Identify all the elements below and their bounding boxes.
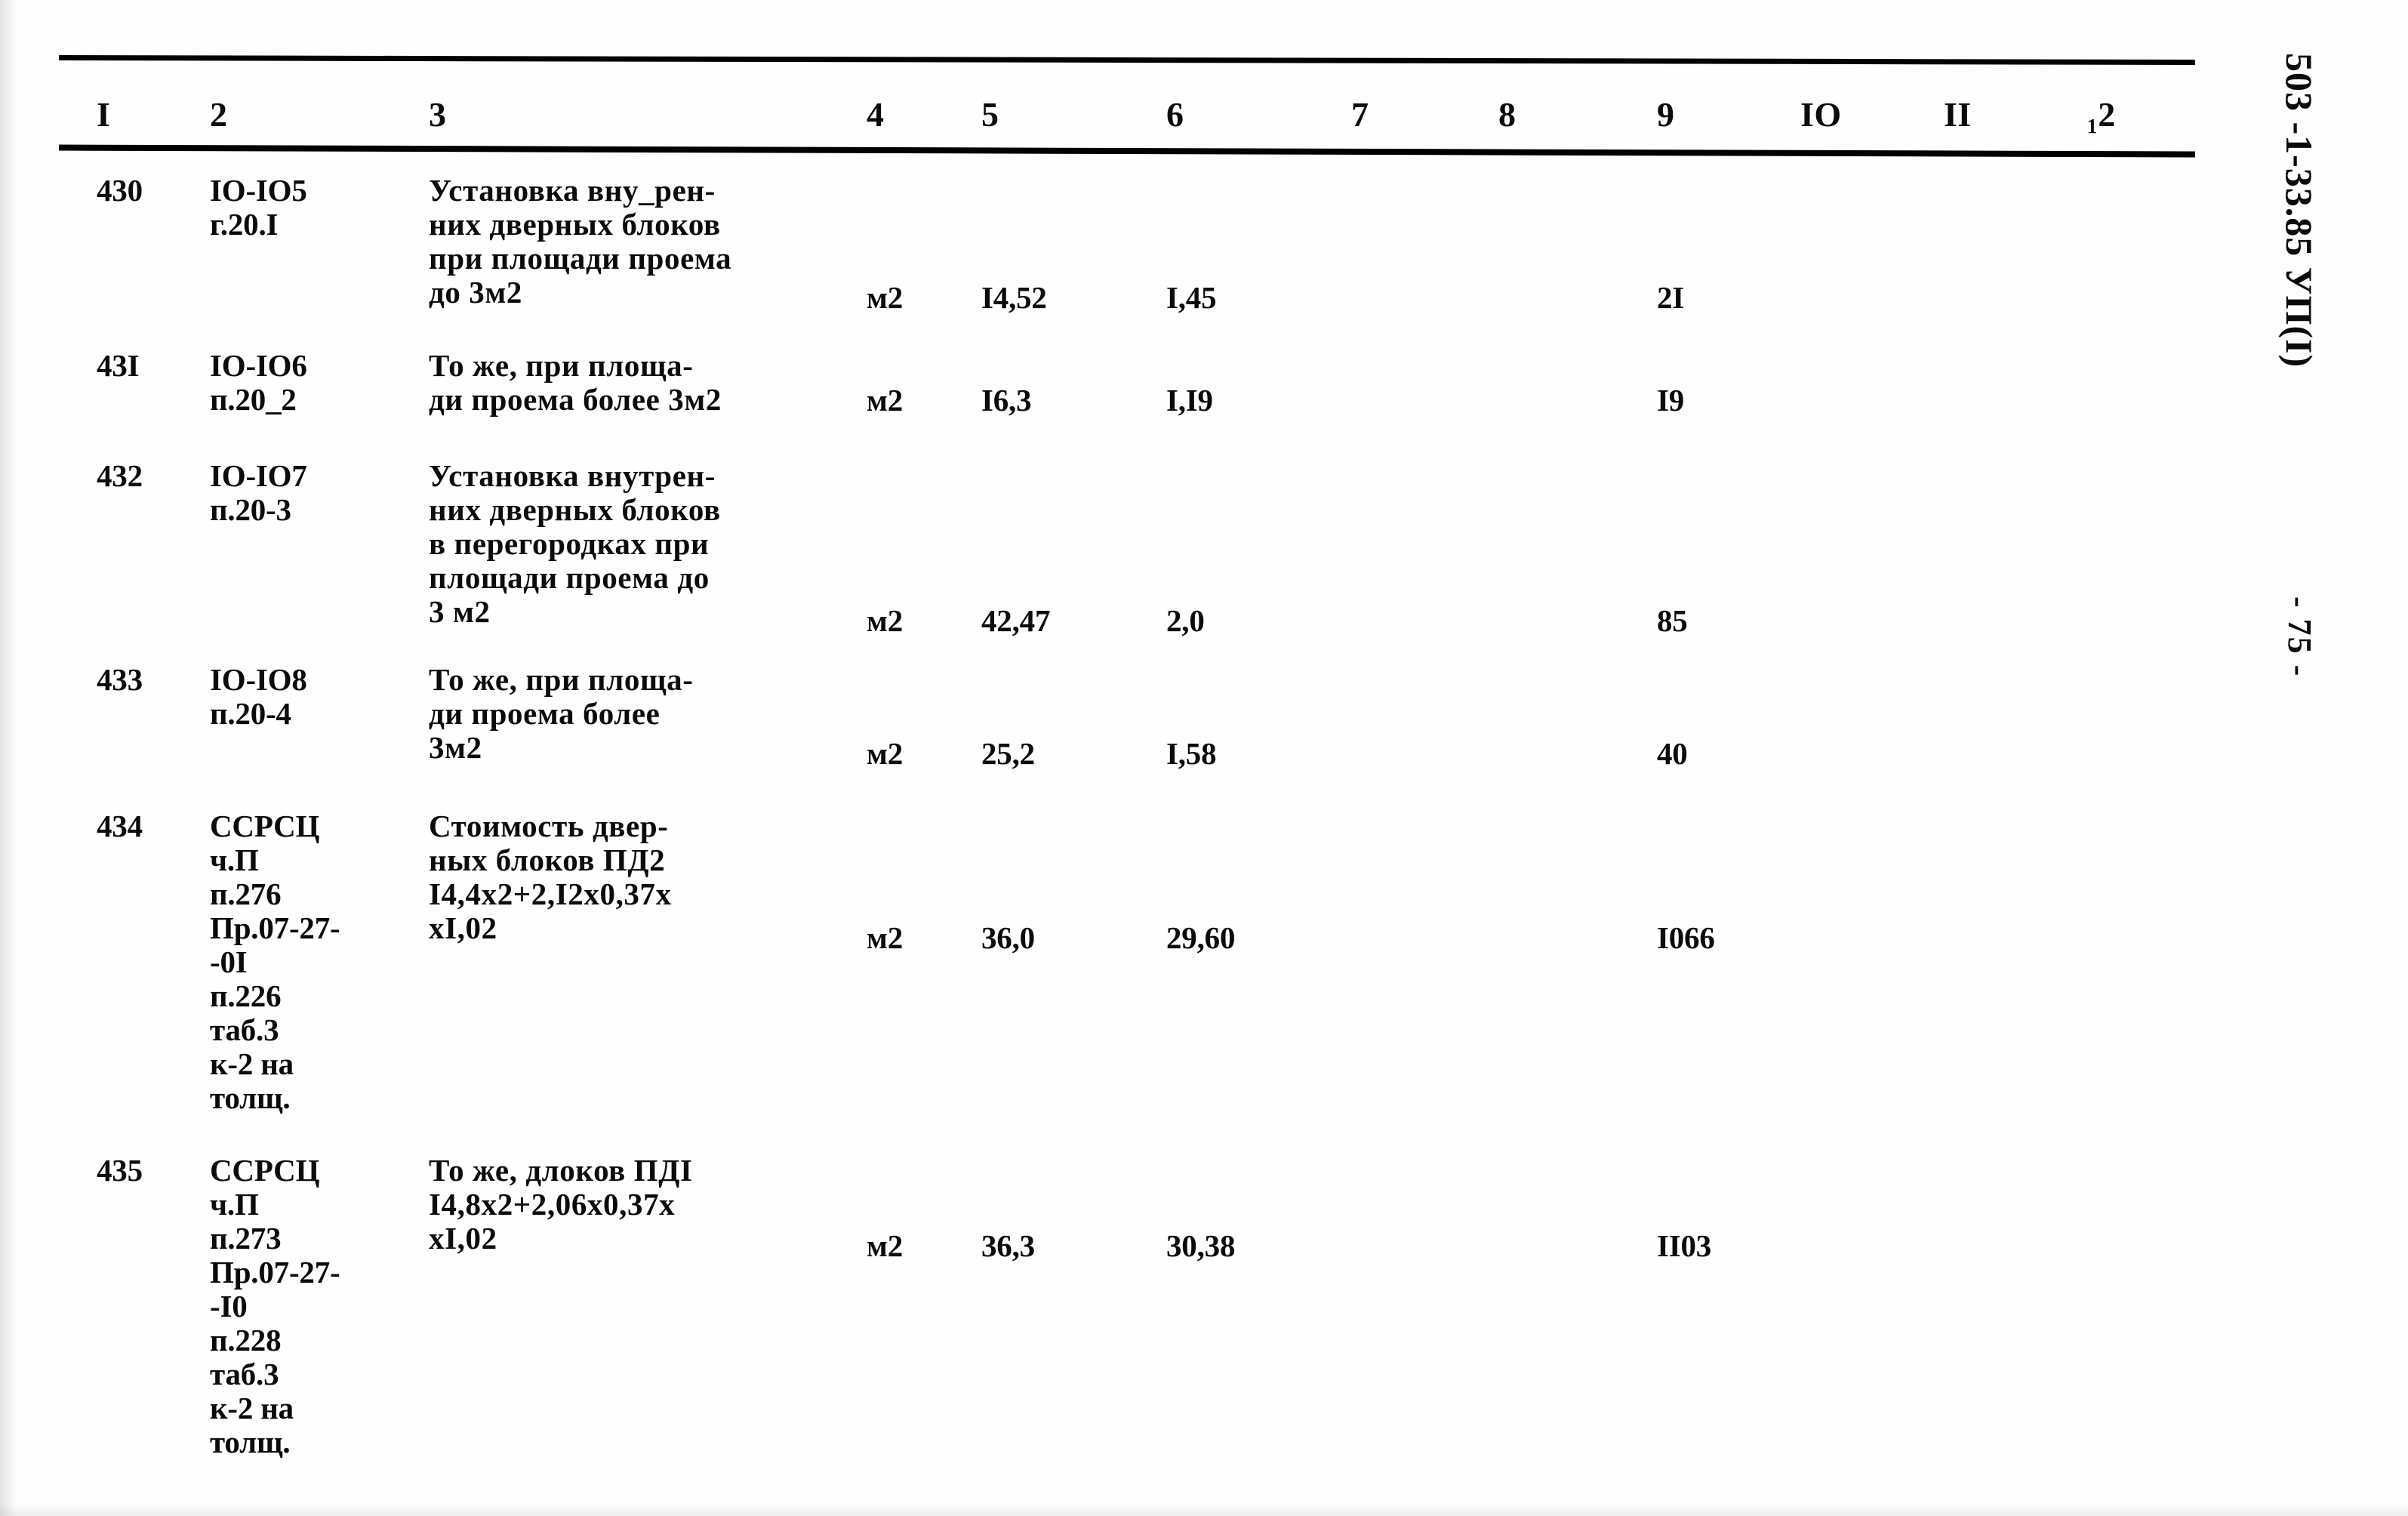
- row-description: Установка внутрен- них дверных блоков в …: [429, 458, 721, 629]
- row-unit: м2: [867, 603, 904, 638]
- row-value-col9: I066: [1657, 920, 1715, 955]
- row-number: 434: [97, 809, 143, 843]
- column-header-8: 8: [1498, 95, 1517, 134]
- row-code: IO-IO6 п.20_2: [210, 348, 307, 417]
- row-value-col6: 2,0: [1166, 603, 1205, 638]
- row-value-col9: 2I: [1657, 280, 1685, 315]
- scanned-page: I 2 3 4 5 6 7 8 9 IO II ₁2 430 IO-IO5 г.20.I Установк…: [0, 0, 2408, 1516]
- row-code: ССРСЦ ч.П п.273 Пр.07-27- -I0 п.228 таб.…: [210, 1153, 340, 1459]
- table-column-header-row: I 2 3 4 5 6 7 8 9 IO II ₁2: [0, 72, 2212, 142]
- row-description: Установка вну_рен- них дверных блоков пр…: [429, 173, 732, 310]
- row-description: Стоимость двер- ных блоков ПД2 I4,4х2+2,…: [429, 809, 672, 945]
- row-value-col9: I9: [1657, 383, 1685, 418]
- row-number: 43I: [97, 348, 140, 383]
- row-value-col5: 42,47: [981, 603, 1051, 638]
- row-number: 432: [97, 458, 143, 493]
- row-number: 435: [97, 1153, 143, 1188]
- column-header-1: I: [97, 95, 111, 134]
- row-description: То же, при площа- ди проема более 3м2: [429, 662, 694, 765]
- row-value-col6: 29,60: [1166, 920, 1236, 955]
- row-value-col6: I,45: [1166, 280, 1217, 315]
- page-number-vertical: - 75 -: [2281, 596, 2318, 678]
- row-code: IO-IO5 г.20.I: [210, 173, 307, 242]
- document-code-vertical: 503 -1-33.85 УП(I): [2278, 53, 2320, 368]
- scan-edge-shadow-bottom: [0, 1502, 2408, 1516]
- row-unit: м2: [867, 920, 904, 955]
- row-unit: м2: [867, 280, 904, 315]
- row-value-col9: II03: [1657, 1228, 1712, 1263]
- scan-edge-shadow-left: [0, 0, 17, 1516]
- row-code: IO-IO8 п.20-4: [210, 662, 307, 731]
- column-header-5: 5: [981, 95, 999, 134]
- row-unit: м2: [867, 1228, 904, 1263]
- row-value-col5: 25,2: [981, 736, 1035, 771]
- row-value-col5: 36,3: [981, 1228, 1035, 1263]
- column-header-2: 2: [210, 95, 228, 134]
- column-header-12: ₁2: [2087, 95, 2116, 134]
- column-header-3: 3: [429, 95, 447, 134]
- row-value-col6: 30,38: [1166, 1228, 1236, 1263]
- row-code: ССРСЦ ч.П п.276 Пр.07-27- -0I п.226 таб.…: [210, 809, 340, 1115]
- row-code: IO-IO7 п.20-3: [210, 458, 307, 527]
- table-header-rule: [58, 144, 2196, 158]
- column-header-9: 9: [1657, 95, 1675, 134]
- column-header-4: 4: [867, 95, 885, 134]
- row-description: То же, при площа- ди проема более 3м2: [429, 348, 722, 417]
- table-top-rule: [58, 55, 2196, 65]
- column-header-10: IO: [1800, 95, 1842, 134]
- row-value-col5: I6,3: [981, 383, 1032, 418]
- row-unit: м2: [867, 736, 904, 771]
- column-header-11: II: [1944, 95, 1972, 134]
- row-value-col5: I4,52: [981, 280, 1047, 315]
- column-header-6: 6: [1166, 95, 1184, 134]
- column-header-7: 7: [1351, 95, 1369, 134]
- row-number: 433: [97, 662, 143, 697]
- row-number: 430: [97, 173, 143, 208]
- row-value-col5: 36,0: [981, 920, 1035, 955]
- row-value-col9: 40: [1657, 736, 1688, 771]
- row-value-col6: I,58: [1166, 736, 1217, 771]
- row-unit: м2: [867, 383, 904, 418]
- row-value-col9: 85: [1657, 603, 1688, 638]
- row-description: То же, длоков ПДI I4,8х2+2,06х0,37х хI,0…: [429, 1153, 693, 1256]
- row-value-col6: I,I9: [1166, 383, 1213, 418]
